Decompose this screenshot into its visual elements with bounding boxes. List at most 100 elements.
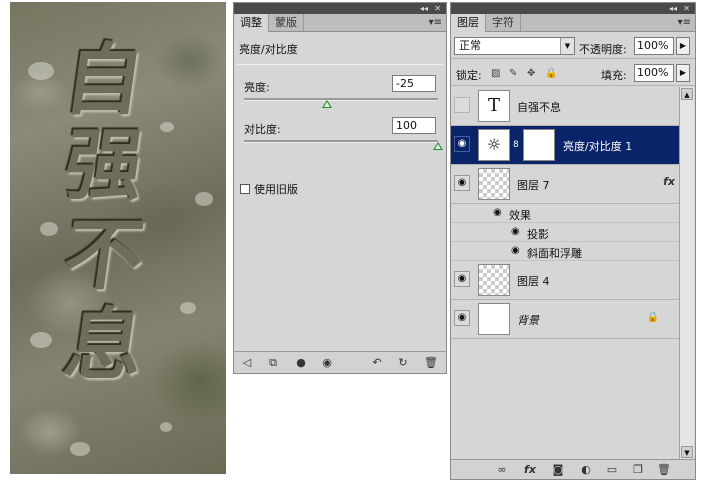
brightness-slider-thumb[interactable] — [322, 100, 333, 108]
layer-row[interactable]: ◉ 图层 7 fx — [451, 165, 679, 204]
fill-input[interactable]: 100% — [634, 64, 674, 82]
collapse-icon[interactable]: ◂◂ — [669, 3, 677, 14]
brightness-adjustment-icon: ☼ — [478, 129, 510, 161]
layers-tabs: 图层 字符 ▾≡ — [451, 14, 695, 32]
adjustment-title: 亮度/对比度 — [239, 43, 298, 56]
layer-name[interactable]: 图层 7 — [517, 177, 550, 193]
eye-icon[interactable]: ◉ — [493, 207, 502, 218]
layer-row[interactable]: ◉ ☼ 8 亮度/对比度 1 — [451, 126, 679, 165]
brightness-slider-track[interactable] — [244, 98, 438, 101]
carved-character: 自 — [58, 35, 150, 126]
panel-titlebar[interactable]: ◂◂ ✕ — [234, 3, 446, 14]
fill-arrow-icon[interactable]: ▶ — [676, 64, 690, 82]
layer-thumbnail — [478, 303, 510, 335]
layer-name[interactable]: 图层 4 — [517, 273, 550, 289]
view-previous-icon[interactable]: ↶ — [370, 356, 384, 370]
eye-icon[interactable]: ◉ — [454, 271, 470, 287]
new-layer-icon[interactable]: ❐ — [631, 463, 645, 477]
visibility-eye-icon[interactable]: ◉ — [320, 356, 334, 370]
panel-menu-icon[interactable]: ▾≡ — [429, 17, 442, 28]
carved-character: 强 — [58, 120, 150, 211]
eye-icon[interactable]: ◉ — [511, 226, 520, 237]
opacity-label: 不透明度: — [579, 43, 627, 56]
lock-position-icon[interactable]: ✥ — [527, 68, 535, 79]
layer-name[interactable]: 亮度/对比度 1 — [563, 138, 632, 154]
contrast-slider-thumb[interactable] — [433, 142, 443, 150]
chevron-down-icon[interactable]: ▼ — [560, 38, 574, 54]
tab-layers[interactable]: 图层 — [451, 14, 486, 32]
panel-mode-icon[interactable]: ⧉ — [266, 356, 280, 370]
close-icon[interactable]: ✕ — [683, 3, 690, 14]
tab-adjustments[interactable]: 调整 — [234, 14, 269, 32]
legacy-option[interactable]: 使用旧版 — [240, 181, 298, 197]
link-layers-icon[interactable]: ∞ — [495, 463, 509, 477]
layer-name[interactable]: 自强不息 — [517, 99, 561, 115]
clip-layer-icon[interactable]: ● — [294, 356, 308, 370]
adjustments-footer: ◁ ⧉ ● ◉ ↶ ↻ 🗑 — [234, 351, 446, 373]
layer-row[interactable]: ◉ 背景 🔒 — [451, 300, 679, 339]
legacy-checkbox[interactable] — [240, 184, 250, 194]
divider — [237, 64, 443, 65]
contrast-slider-track[interactable] — [244, 140, 438, 143]
effects-row[interactable]: ◉ 效果 — [451, 204, 679, 223]
trash-icon[interactable]: 🗑 — [424, 356, 438, 370]
effect-item[interactable]: ◉ 斜面和浮雕 — [451, 242, 679, 261]
adjustments-tabs: 调整 蒙版 ▾≡ — [234, 14, 446, 32]
fx-icon[interactable]: fx — [523, 463, 537, 477]
reset-icon[interactable]: ↻ — [396, 356, 410, 370]
blend-mode-value: 正常 — [459, 39, 481, 52]
layers-panel: ◂◂ ✕ 图层 字符 ▾≡ 正常 ▼ 不透明度: 100% ▶ 锁定: ▨ ✎ … — [450, 2, 696, 480]
carved-character: 息 — [58, 300, 150, 391]
layer-row[interactable]: ◉ 图层 4 — [451, 261, 679, 300]
carved-character: 不 — [58, 210, 150, 301]
back-arrow-icon[interactable]: ◁ — [240, 356, 254, 370]
eye-icon[interactable]: ◉ — [454, 175, 470, 191]
tab-masks[interactable]: 蒙版 — [269, 14, 304, 31]
fx-icon[interactable]: fx — [663, 175, 675, 188]
layer-thumbnail — [478, 168, 510, 200]
layer-thumbnail — [478, 264, 510, 296]
contrast-label: 对比度: — [244, 123, 281, 136]
lock-label: 锁定: — [456, 69, 482, 82]
effects-label: 效果 — [509, 209, 531, 222]
tab-character[interactable]: 字符 — [486, 14, 521, 31]
adjustments-panel: ◂◂ ✕ 调整 蒙版 ▾≡ 亮度/对比度 亮度: -25 对比度: 100 使用… — [233, 2, 447, 374]
panel-titlebar[interactable]: ◂◂ ✕ — [451, 3, 695, 14]
lock-icon: 🔒 — [646, 312, 659, 323]
effect-item[interactable]: ◉ 投影 — [451, 223, 679, 242]
scrollbar[interactable]: ▲ ▼ — [679, 87, 694, 459]
group-icon[interactable]: ▭ — [605, 463, 619, 477]
scroll-up-icon[interactable]: ▲ — [681, 88, 693, 100]
contrast-input[interactable]: 100 — [392, 117, 436, 134]
layer-row[interactable]: T 自强不息 — [451, 87, 679, 126]
layer-mask-thumbnail[interactable] — [523, 129, 555, 161]
collapse-icon[interactable]: ◂◂ — [420, 3, 428, 14]
lock-transparency-icon[interactable]: ▨ — [491, 68, 500, 79]
layer-list: T 自强不息 ◉ ☼ 8 亮度/对比度 1 ◉ 图层 7 fx ◉ 效果 ◉ 投… — [451, 87, 679, 459]
lock-paint-icon[interactable]: ✎ — [509, 68, 517, 79]
trash-icon[interactable]: 🗑 — [657, 463, 671, 477]
effect-name: 斜面和浮雕 — [527, 247, 582, 260]
opacity-input[interactable]: 100% — [634, 37, 674, 55]
lock-all-icon[interactable]: 🔒 — [545, 68, 557, 79]
blend-mode-select[interactable]: 正常 ▼ — [454, 37, 575, 55]
layer-name[interactable]: 背景 — [517, 312, 539, 328]
add-mask-icon[interactable]: ◙ — [551, 463, 565, 477]
layers-footer: ∞ fx ◙ ◐ ▭ ❐ 🗑 — [451, 459, 695, 479]
effect-name: 投影 — [527, 228, 549, 241]
brightness-input[interactable]: -25 — [392, 75, 436, 92]
canvas-artwork: 自 强 不 息 — [10, 2, 226, 474]
text-layer-thumbnail: T — [478, 90, 510, 122]
close-icon[interactable]: ✕ — [434, 3, 441, 14]
eye-icon[interactable]: ◉ — [454, 310, 470, 326]
eye-icon[interactable]: ◉ — [454, 136, 470, 152]
legacy-label: 使用旧版 — [254, 183, 298, 196]
adjustment-layer-icon[interactable]: ◐ — [579, 463, 593, 477]
fill-label: 填充: — [601, 69, 627, 82]
panel-menu-icon[interactable]: ▾≡ — [678, 17, 691, 28]
eye-icon[interactable]: ◉ — [511, 245, 520, 256]
scroll-down-icon[interactable]: ▼ — [681, 446, 693, 458]
opacity-arrow-icon[interactable]: ▶ — [676, 37, 690, 55]
link-chain-icon[interactable]: 8 — [513, 140, 519, 150]
visibility-toggle[interactable] — [454, 97, 470, 113]
